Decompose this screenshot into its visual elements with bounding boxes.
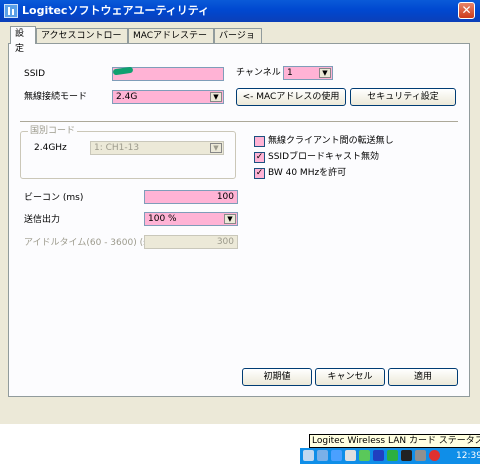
sync-icon[interactable] [345, 450, 356, 461]
beacon-input[interactable]: 100 [144, 190, 238, 204]
security-icon[interactable] [373, 450, 384, 461]
channel-label: チャンネル [236, 68, 281, 78]
network-icon[interactable] [303, 450, 314, 461]
idle-time-label: アイドルタイム(60 - 3600) (s) [24, 238, 152, 248]
default-button[interactable]: 初期値 [242, 368, 312, 386]
divider [20, 121, 458, 122]
tab-settings[interactable]: 設定 [10, 26, 36, 54]
bw40-label: BW 40 MHzを許可 [268, 168, 347, 178]
monitor-icon[interactable] [317, 450, 328, 461]
band-label: 2.4GHz [34, 143, 67, 153]
tab-version[interactable]: バージョン [214, 28, 262, 56]
mode-value: 2.4G [116, 92, 138, 102]
tray-clock: 12:39 [456, 451, 480, 461]
idle-time-input: 300 [144, 235, 238, 249]
channel-value: 1 [287, 68, 293, 78]
cancel-button[interactable]: キャンセル [315, 368, 385, 386]
country-select: 1: CH1-13 ▼ [90, 141, 224, 155]
system-tray [300, 448, 480, 464]
mode-label: 無線接続モード [24, 92, 88, 102]
shield-icon[interactable] [359, 450, 370, 461]
tab-mac-table[interactable]: MACアドレステーブル [128, 28, 214, 56]
chevron-down-icon: ▼ [224, 214, 236, 224]
title-bar[interactable]: Logitecソフトウェアユーティリティ ✕ [0, 0, 480, 22]
download-icon[interactable] [387, 450, 398, 461]
ssid-broadcast-label: SSIDブロードキャスト無効 [268, 152, 380, 162]
chevron-down-icon: ▼ [210, 143, 222, 153]
client-isolation-label: 無線クライアント間の転送無し [268, 136, 394, 146]
client-isolation-checkbox[interactable] [254, 136, 265, 147]
tx-power-value: 100 % [148, 214, 177, 224]
volume-icon[interactable] [415, 450, 426, 461]
tx-power-select[interactable]: 100 % ▼ [144, 212, 238, 226]
country-value: 1: CH1-13 [94, 143, 140, 153]
app-tray-icon[interactable] [401, 450, 412, 461]
wireless-icon[interactable] [331, 450, 342, 461]
use-mac-button[interactable]: <- MACアドレスの使用 [236, 88, 346, 106]
tray-tooltip: Logitec Wireless LAN カード ステータス: 良 [309, 434, 480, 448]
beacon-label: ビーコン (ms) [24, 193, 84, 203]
close-icon[interactable]: ✕ [458, 2, 475, 19]
window-title: Logitecソフトウェアユーティリティ [22, 4, 210, 17]
tab-access-control[interactable]: アクセスコントロール [36, 28, 128, 56]
app-icon [4, 4, 18, 18]
channel-select[interactable]: 1 ▼ [283, 66, 333, 80]
country-code-group [20, 131, 236, 179]
alert-icon[interactable] [429, 450, 440, 461]
tx-power-label: 送信出力 [24, 215, 61, 225]
chevron-down-icon: ▼ [319, 68, 331, 78]
country-code-legend: 国別コード [28, 125, 78, 137]
apply-button[interactable]: 適用 [388, 368, 458, 386]
mode-select[interactable]: 2.4G ▼ [112, 90, 224, 104]
ssid-broadcast-checkbox[interactable]: ✓ [254, 152, 265, 163]
security-settings-button[interactable]: セキュリティ設定 [350, 88, 456, 106]
chevron-down-icon: ▼ [210, 92, 222, 102]
ssid-label: SSID [24, 69, 46, 79]
utility-window: Logitecソフトウェアユーティリティ ✕ 設定 アクセスコントロール MAC… [0, 0, 480, 424]
bw40-checkbox[interactable]: ✓ [254, 168, 265, 179]
